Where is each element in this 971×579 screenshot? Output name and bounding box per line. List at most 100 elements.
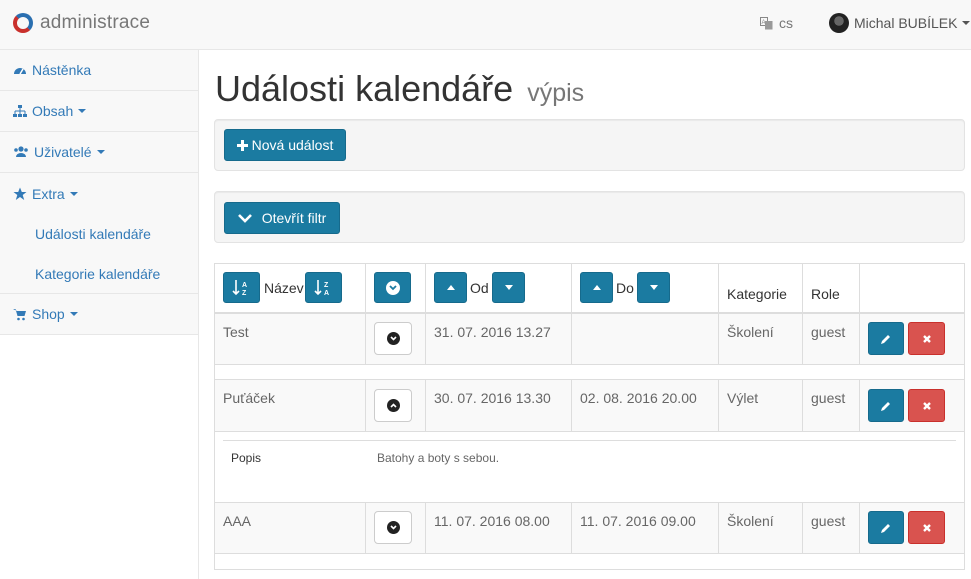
row-spacer bbox=[215, 365, 964, 380]
actions-panel: Nová událost bbox=[214, 119, 965, 171]
edit-button[interactable] bbox=[868, 511, 904, 544]
sidebar-item-label: Uživatelé bbox=[34, 144, 92, 160]
dashboard-icon bbox=[14, 68, 26, 75]
cell-from: 11. 07. 2016 08.00 bbox=[426, 503, 572, 554]
pencil-icon bbox=[881, 334, 890, 344]
sidebar-item-label: Extra bbox=[32, 185, 65, 202]
sort-alpha-desc-icon: ZA bbox=[313, 279, 329, 297]
open-filter-label: Otevřít filtr bbox=[261, 210, 327, 226]
translate-icon: A bbox=[760, 16, 773, 29]
cell-role: guest bbox=[803, 503, 860, 554]
pencil-icon bbox=[881, 401, 890, 411]
detail-table: Popis Batohy a boty s sebou. bbox=[223, 440, 956, 465]
svg-text:Z: Z bbox=[242, 290, 247, 297]
page-subtitle: výpis bbox=[527, 79, 585, 107]
delete-button[interactable] bbox=[908, 322, 945, 355]
sidebar: Nástěnka Obsah Uživatelé Extra Události … bbox=[0, 50, 199, 579]
new-event-button[interactable]: Nová událost bbox=[224, 129, 346, 161]
cell-category: Školení bbox=[719, 503, 803, 554]
sidebar-item-label: Obsah bbox=[32, 103, 74, 119]
table-row: Puťáček 30. 07. 2016 13.30 02. 08. 2016 … bbox=[215, 380, 964, 432]
cell-actions bbox=[860, 503, 964, 554]
collapse-row-button[interactable] bbox=[374, 389, 412, 422]
users-icon bbox=[14, 146, 28, 157]
sidebar-item-content[interactable]: Obsah bbox=[0, 91, 198, 132]
brand-logo-icon bbox=[13, 13, 33, 33]
open-filter-button[interactable]: Otevřít filtr bbox=[224, 202, 340, 234]
delete-button[interactable] bbox=[908, 389, 945, 422]
header-role: Role bbox=[803, 264, 860, 314]
triangle-down-icon bbox=[649, 285, 658, 290]
expand-row-button[interactable] bbox=[374, 322, 412, 355]
header-role-label: Role bbox=[811, 286, 840, 302]
sidebar-item-extra[interactable]: Extra bbox=[0, 173, 198, 214]
close-icon bbox=[922, 334, 931, 343]
header-name: AZ Název ZA bbox=[215, 264, 366, 314]
cell-role: guest bbox=[803, 380, 860, 432]
user-name: Michal BUBÍLEK bbox=[854, 15, 958, 31]
pencil-icon bbox=[881, 523, 890, 533]
cell-to bbox=[572, 314, 719, 365]
sort-alpha-asc-icon: AZ bbox=[231, 279, 247, 297]
sidebar-subitem-calendar-categories[interactable]: Kategorie kalendáře bbox=[0, 254, 198, 294]
triangle-up-icon bbox=[592, 285, 601, 290]
cell-toggle bbox=[366, 380, 426, 432]
user-menu[interactable]: Michal BUBÍLEK bbox=[829, 13, 971, 33]
detail-label: Popis bbox=[231, 451, 262, 465]
cell-category: Výlet bbox=[719, 380, 803, 432]
triangle-up-icon bbox=[446, 285, 455, 290]
sort-to-desc-button[interactable] bbox=[637, 272, 670, 303]
chevron-down-icon bbox=[69, 191, 78, 196]
sort-to-asc-button[interactable] bbox=[580, 272, 613, 303]
sidebar-item-label: Shop bbox=[32, 306, 65, 322]
chevron-circle-down-icon bbox=[386, 332, 400, 345]
header-actions bbox=[860, 264, 964, 314]
chevron-down-icon bbox=[237, 214, 252, 223]
cart-icon bbox=[13, 309, 26, 321]
brand[interactable]: administrace bbox=[13, 12, 150, 34]
top-navbar: administrace A cs Michal BUBÍLEK bbox=[0, 0, 971, 50]
cell-actions bbox=[860, 314, 964, 365]
header-category: Kategorie bbox=[719, 264, 803, 314]
close-icon bbox=[922, 523, 931, 532]
sort-name-desc-button[interactable]: ZA bbox=[305, 272, 342, 303]
delete-button[interactable] bbox=[908, 511, 945, 544]
header-to: Do bbox=[572, 264, 719, 314]
language-switcher[interactable]: A cs bbox=[760, 15, 793, 31]
cell-from: 31. 07. 2016 13.27 bbox=[426, 314, 572, 365]
sort-name-asc-button[interactable]: AZ bbox=[223, 272, 260, 303]
page-title: Události kalendáře výpis bbox=[215, 68, 584, 110]
sort-from-desc-button[interactable] bbox=[492, 272, 525, 303]
edit-button[interactable] bbox=[868, 322, 904, 355]
detail-value: Batohy a boty s sebou. bbox=[377, 451, 500, 465]
expand-row-button[interactable] bbox=[374, 511, 412, 544]
new-event-label: Nová událost bbox=[251, 137, 334, 153]
brand-name: administrace bbox=[40, 12, 151, 33]
table-header: AZ Název ZA Od Do Kategorie Role bbox=[215, 264, 964, 314]
sidebar-item-label: Nástěnka bbox=[32, 62, 92, 78]
header-toggle bbox=[366, 264, 426, 314]
svg-text:A: A bbox=[242, 282, 247, 289]
chevron-circle-down-icon bbox=[386, 521, 400, 534]
header-from: Od bbox=[426, 264, 572, 314]
expand-all-button[interactable] bbox=[374, 272, 411, 303]
cell-category: Školení bbox=[719, 314, 803, 365]
header-from-label: Od bbox=[470, 280, 489, 296]
svg-text:Z: Z bbox=[324, 282, 329, 289]
chevron-circle-up-icon bbox=[386, 399, 400, 412]
table-row: AAA 11. 07. 2016 08.00 11. 07. 2016 09.0… bbox=[215, 503, 964, 554]
header-name-label: Název bbox=[264, 280, 304, 296]
row-detail: Popis Batohy a boty s sebou. bbox=[215, 432, 964, 503]
table-row: Test 31. 07. 2016 13.27 Školení guest bbox=[215, 314, 964, 365]
edit-button[interactable] bbox=[868, 389, 904, 422]
row-spacer bbox=[215, 554, 964, 569]
chevron-down-icon bbox=[96, 150, 105, 154]
sidebar-item-users[interactable]: Uživatelé bbox=[0, 132, 198, 173]
sidebar-item-dashboard[interactable]: Nástěnka bbox=[0, 50, 198, 91]
events-table: AZ Název ZA Od Do Kategorie Role Test 31… bbox=[214, 263, 965, 570]
svg-text:A: A bbox=[762, 20, 766, 26]
sort-from-asc-button[interactable] bbox=[434, 272, 467, 303]
page-title-text: Události kalendáře bbox=[215, 68, 514, 109]
sidebar-subitem-calendar-events[interactable]: Události kalendáře bbox=[0, 214, 198, 254]
sidebar-item-shop[interactable]: Shop bbox=[0, 294, 198, 335]
